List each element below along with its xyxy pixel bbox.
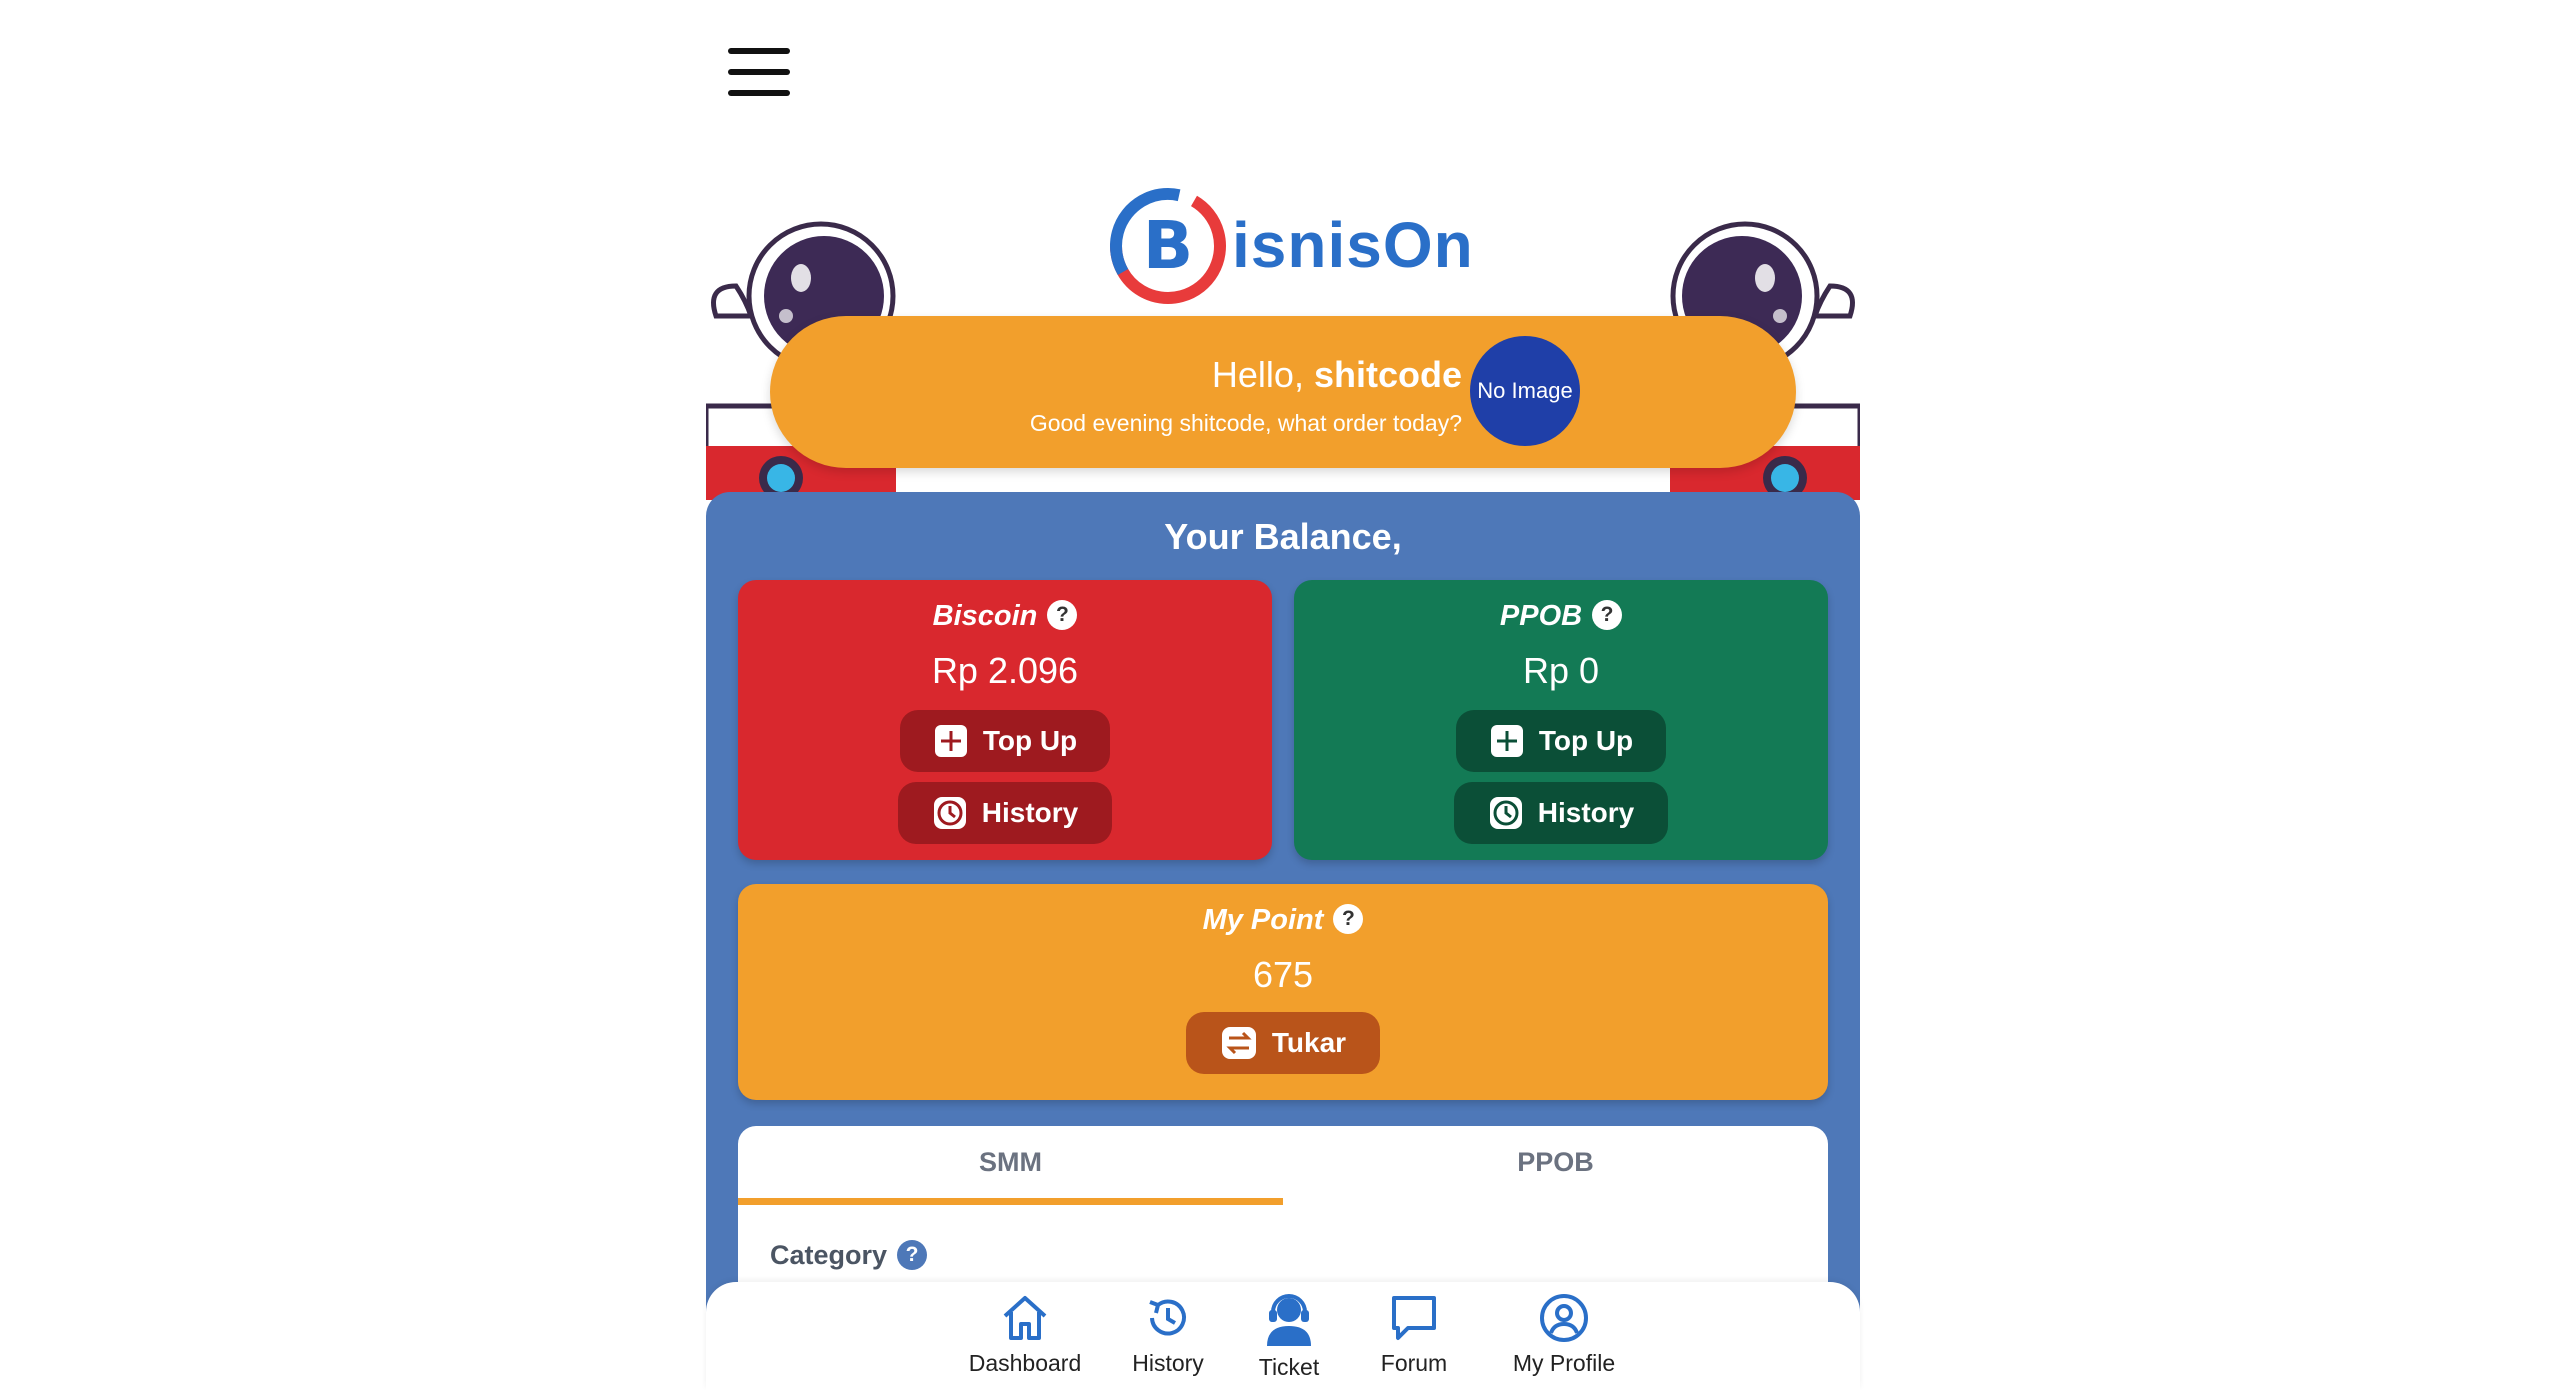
ppob-balance-value: Rp 0 (1522, 650, 1600, 691)
greeting-title: Hello, shitcode (1212, 354, 1462, 396)
active-tab-indicator (738, 1198, 1283, 1205)
brand-logo: B isnisOn (1108, 186, 1473, 306)
nav-my-profile[interactable]: My Profile (1494, 1292, 1634, 1377)
ppob-history-label: History (1537, 797, 1635, 828)
nav-history-label: History (1132, 1350, 1204, 1376)
biscoin-history-label: History (981, 797, 1079, 828)
my-point-card: My Point? 675 Tukar (738, 884, 1828, 1100)
nav-forum-label: Forum (1380, 1350, 1448, 1376)
brand-b-logo-icon: B (1110, 188, 1226, 304)
ppob-label-row: PPOB? (1294, 600, 1828, 633)
point-value: 675 (1252, 954, 1314, 995)
nav-forum[interactable]: Forum (1368, 1292, 1460, 1377)
support-agent-icon (1267, 1294, 1311, 1346)
nav-my-profile-label: My Profile (1512, 1350, 1616, 1376)
clock-icon (933, 797, 966, 829)
bottom-navigation: Dashboard History Ticket Forum My Profil… (706, 1282, 1860, 1390)
ppob-topup-button[interactable]: Top Up (1456, 710, 1666, 772)
avatar[interactable]: No Image (1470, 336, 1580, 446)
exchange-icon (1221, 1027, 1256, 1059)
tab-smm[interactable]: SMM (738, 1126, 1283, 1206)
tukar-label: Tukar (1271, 1027, 1347, 1058)
greeting-subtitle: Good evening shitcode, what order today? (1029, 410, 1462, 436)
biscoin-history-button[interactable]: History (898, 782, 1112, 844)
nav-ticket-label: Ticket (1258, 1354, 1320, 1380)
biscoin-topup-button[interactable]: Top Up (900, 710, 1110, 772)
nav-ticket[interactable]: Ticket (1246, 1288, 1332, 1381)
nav-dashboard[interactable]: Dashboard (960, 1292, 1090, 1377)
point-label: My Point (1202, 904, 1324, 936)
greeting-hello-text: Hello, (1211, 354, 1304, 395)
point-help-icon[interactable]: ? (1333, 904, 1364, 935)
greeting-username: shitcode (1313, 354, 1462, 395)
category-label-row: Category? (770, 1239, 928, 1271)
ppob-topup-label: Top Up (1538, 725, 1634, 756)
balance-panel: Your Balance, Biscoin? Rp 2.096 Top Up H… (706, 492, 1860, 1390)
app-container: B isnisOn Hello, shitcode Good evening s… (706, 170, 1860, 1390)
ppob-label: PPOB (1499, 600, 1583, 632)
brand-name: isnisOn (1232, 209, 1474, 281)
svg-text:B: B (1143, 207, 1193, 284)
tab-ppob[interactable]: PPOB (1283, 1126, 1828, 1206)
nav-dashboard-label: Dashboard (968, 1350, 1082, 1376)
history-icon (1149, 1299, 1186, 1336)
biscoin-help-icon[interactable]: ? (1047, 600, 1078, 631)
biscoin-card: Biscoin? Rp 2.096 Top Up History (738, 580, 1272, 860)
user-circle-icon (1540, 1294, 1588, 1342)
biscoin-label-row: Biscoin? (738, 600, 1272, 633)
biscoin-label: Biscoin (932, 600, 1038, 632)
plus-square-icon (934, 725, 967, 757)
balance-title: Your Balance, (1164, 516, 1402, 557)
menu-hamburger-icon[interactable] (728, 48, 790, 98)
category-label: Category (770, 1240, 888, 1270)
biscoin-balance-value: Rp 2.096 (931, 650, 1079, 691)
ppob-card: PPOB? Rp 0 Top Up History (1294, 580, 1828, 860)
greeting-banner: Hello, shitcode Good evening shitcode, w… (770, 316, 1796, 468)
ppob-help-icon[interactable]: ? (1592, 600, 1623, 631)
nav-history[interactable]: History (1118, 1292, 1218, 1377)
point-label-row: My Point? (738, 904, 1828, 937)
tukar-button[interactable]: Tukar (1186, 1012, 1380, 1074)
chat-icon (1392, 1296, 1436, 1340)
category-help-icon[interactable]: ? (897, 1239, 928, 1270)
biscoin-topup-label: Top Up (982, 725, 1078, 756)
ppob-history-button[interactable]: History (1454, 782, 1668, 844)
home-icon (1003, 1296, 1047, 1340)
plus-square-icon (1490, 725, 1523, 757)
clock-icon (1489, 797, 1522, 829)
